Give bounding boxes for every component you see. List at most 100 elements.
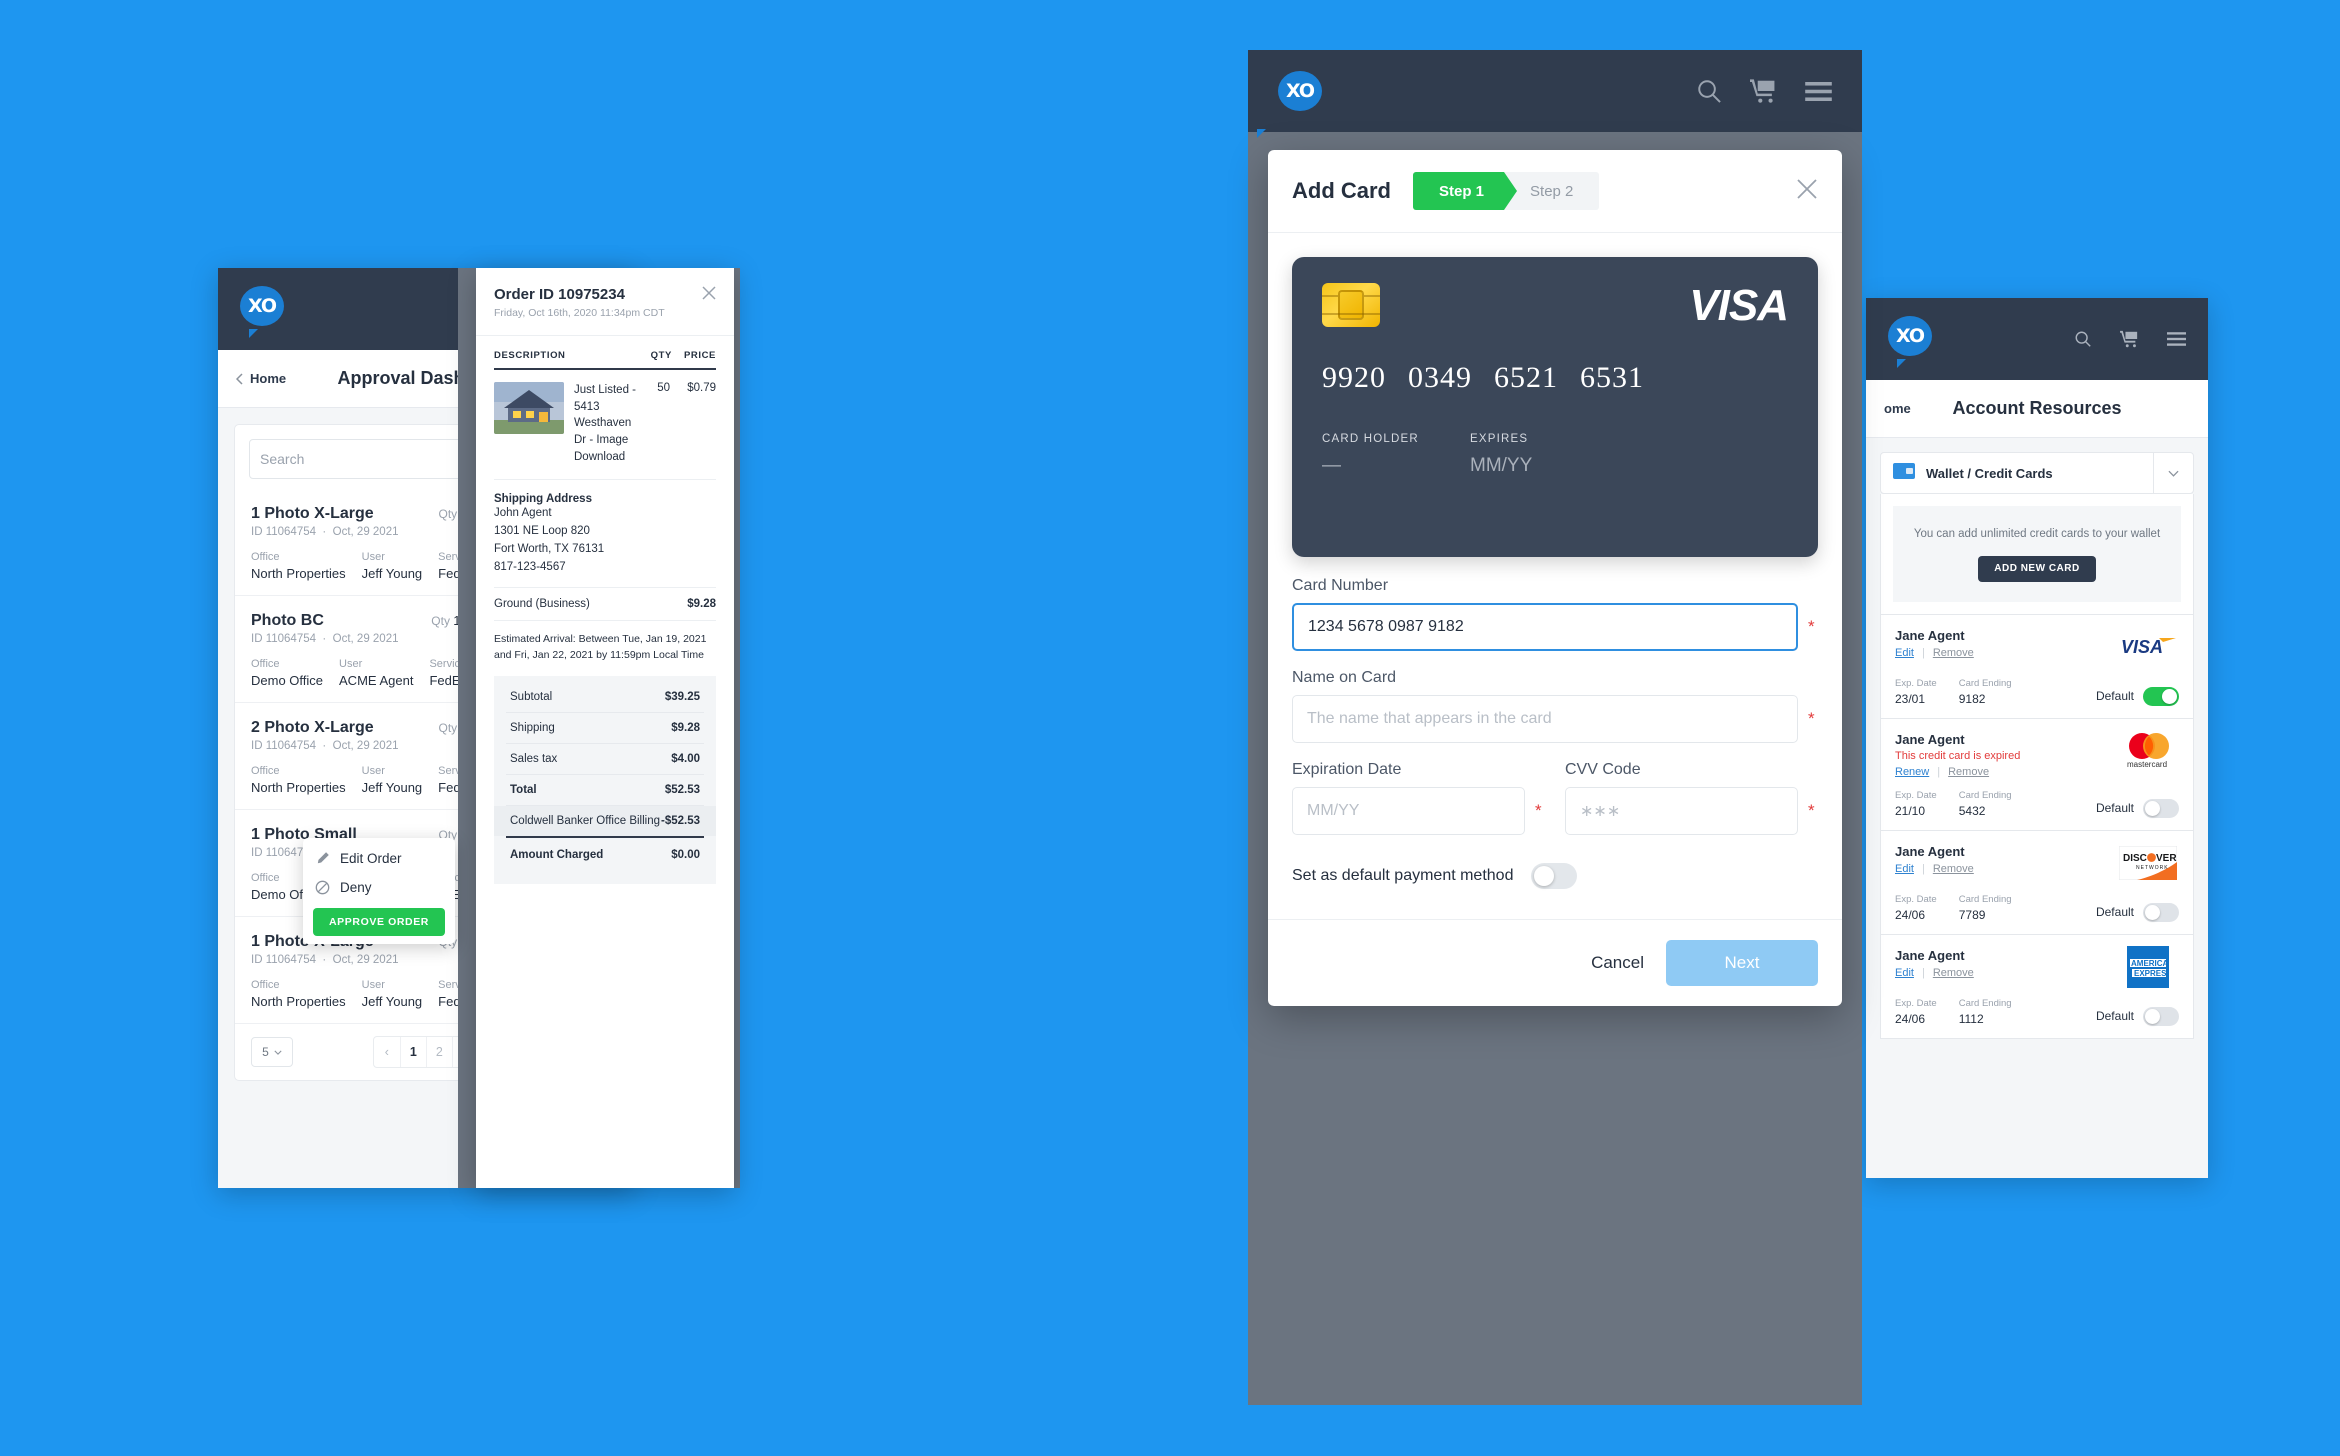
default-toggle[interactable] xyxy=(2143,1006,2179,1026)
default-toggle[interactable] xyxy=(2143,902,2179,922)
navbar-icons xyxy=(2074,330,2186,348)
cancel-button[interactable]: Cancel xyxy=(1591,953,1644,973)
estimated-arrival: Estimated Arrival: Between Tue, Jan 19, … xyxy=(494,632,707,662)
card-ending-value: 9182 xyxy=(1958,691,1986,706)
card-renew-link[interactable]: Renew xyxy=(1895,766,1929,778)
search-placeholder: Search xyxy=(260,451,305,467)
navbar-icons xyxy=(1696,78,1832,104)
list-item: Jane Agent Edit | Remove AMERICAN xyxy=(1880,934,2194,1039)
menu-item-deny[interactable]: Deny xyxy=(303,873,455,902)
prev-page-button[interactable]: ‹ xyxy=(374,1037,400,1067)
account-resources-phone: XO ome Account Resources Wallet / Credit… xyxy=(1866,298,2208,1178)
set-default-toggle[interactable] xyxy=(1531,863,1578,889)
card-number-input[interactable]: 1234 5678 0987 9182 xyxy=(1292,603,1798,651)
required-asterisk: * xyxy=(1808,709,1815,728)
add-card-header: Add Card Step 1 Step 2 xyxy=(1268,150,1842,233)
default-toggle[interactable] xyxy=(2143,798,2179,818)
name-on-card-input[interactable]: The name that appears in the card xyxy=(1292,695,1798,743)
close-icon[interactable] xyxy=(1796,178,1818,205)
add-card-modal: Add Card Step 1 Step 2 VISA 9920 0349 65… xyxy=(1268,150,1842,1006)
chevron-down-icon[interactable] xyxy=(2153,453,2193,493)
menu-item-edit-order[interactable]: Edit Order xyxy=(303,844,455,873)
wallet-accordion-header[interactable]: Wallet / Credit Cards xyxy=(1880,452,2194,494)
page-2-button[interactable]: 2 xyxy=(425,1037,452,1067)
order-name: 1 Photo X-Large xyxy=(251,505,374,522)
add-new-card-button[interactable]: ADD NEW CARD xyxy=(1978,555,2096,582)
exp-date-value: 24/06 xyxy=(1895,907,1926,922)
office-col: Office North Properties xyxy=(251,765,346,795)
cart-icon[interactable] xyxy=(1750,78,1777,104)
list-item: Jane Agent This credit card is expired R… xyxy=(1880,718,2194,831)
page-title: Account Resources xyxy=(1952,398,2122,418)
card-ending-label: Card Ending xyxy=(1958,893,2012,905)
user-value: Jeff Young xyxy=(361,780,423,795)
order-date: Oct, 29 2021 xyxy=(332,954,399,966)
shipping-address-line: 817-123-4567 xyxy=(494,560,566,573)
card-actions: Edit | Remove xyxy=(1895,647,1974,659)
card-holder-name: Jane Agent xyxy=(1895,947,1965,963)
search-icon[interactable] xyxy=(2074,330,2092,348)
shipping-address-line: 1301 NE Loop 820 xyxy=(494,525,590,538)
default-toggle-group: Default xyxy=(2096,798,2179,818)
cvv-code-label: CVV Code xyxy=(1565,761,1641,778)
order-date: Oct, 29 2021 xyxy=(332,526,399,538)
card-number-group: 6531 xyxy=(1580,361,1644,394)
card-number-group: 9920 xyxy=(1322,361,1386,394)
back-home-link[interactable]: Home xyxy=(236,371,286,386)
page-size-dropdown[interactable]: 5 xyxy=(251,1037,293,1067)
totals-row: Amount Charged $0.00 xyxy=(506,836,704,870)
separator: | xyxy=(1921,862,1925,875)
back-home-link[interactable]: ome xyxy=(1884,401,1911,416)
close-icon[interactable] xyxy=(702,286,716,319)
search-icon[interactable] xyxy=(1696,78,1722,104)
xo-logo-tail xyxy=(1897,359,1906,368)
default-toggle[interactable] xyxy=(2143,686,2179,706)
totals-row: Subtotal $39.25 xyxy=(506,682,704,714)
separator: | xyxy=(1921,646,1925,659)
xo-logo[interactable]: XO xyxy=(240,286,286,338)
office-label: Office xyxy=(251,551,280,563)
card-remove-link[interactable]: Remove xyxy=(1933,647,1974,659)
user-value: Jeff Young xyxy=(361,566,423,581)
hamburger-icon[interactable] xyxy=(2167,332,2186,346)
user-col: User ACME Agent xyxy=(339,658,413,688)
page-1-button[interactable]: 1 xyxy=(399,1037,426,1067)
office-col: Office Demo Office xyxy=(251,658,323,688)
xo-logo[interactable]: XO xyxy=(1888,316,1934,368)
navbar: XO xyxy=(1248,50,1862,138)
card-edit-link[interactable]: Edit xyxy=(1895,647,1914,659)
svg-text:AMERICAN: AMERICAN xyxy=(2131,959,2169,968)
card-remove-link[interactable]: Remove xyxy=(1933,863,1974,875)
order-date: Oct, 29 2021 xyxy=(332,740,399,752)
card-remove-link[interactable]: Remove xyxy=(1933,967,1974,979)
default-label: Default xyxy=(2095,689,2134,704)
office-value: Demo Office xyxy=(251,673,324,688)
wallet-icon xyxy=(1893,462,1915,484)
xo-logo-text: XO xyxy=(240,286,284,326)
totals-value: $52.53 xyxy=(664,784,700,797)
exp-date-label: Exp. Date xyxy=(1895,893,1937,905)
hamburger-icon[interactable] xyxy=(1805,81,1832,101)
card-remove-link[interactable]: Remove xyxy=(1948,766,1989,778)
tab-step-1[interactable]: Step 1 xyxy=(1413,172,1518,210)
xo-logo[interactable]: XO xyxy=(1257,71,1322,138)
svg-text:mastercard: mastercard xyxy=(2127,760,2167,769)
user-label: User xyxy=(361,551,385,563)
line-items-header: DESCRIPTION QTY PRICE xyxy=(494,350,716,370)
totals-row: Sales tax $4.00 xyxy=(506,744,704,776)
expiration-date-input[interactable]: MM/YY xyxy=(1292,787,1525,835)
order-name: 2 Photo X-Large xyxy=(251,719,374,736)
cvv-code-input[interactable]: ∗∗∗ xyxy=(1565,787,1798,835)
tab-step-2[interactable]: Step 2 xyxy=(1504,172,1599,210)
card-edit-link[interactable]: Edit xyxy=(1895,863,1914,875)
shipping-method-row: Ground (Business) $9.28 xyxy=(494,586,716,621)
approve-order-button[interactable]: APPROVE ORDER xyxy=(313,908,445,936)
card-ending-field: Card Ending 9182 xyxy=(1959,678,2012,706)
cart-icon[interactable] xyxy=(2120,330,2139,348)
order-date: Oct, 29 2021 xyxy=(332,633,399,645)
card-ending-label: Card Ending xyxy=(1958,789,2012,801)
required-asterisk: * xyxy=(1808,617,1815,636)
next-button[interactable]: Next xyxy=(1666,940,1818,986)
totals-label: Subtotal xyxy=(510,691,553,704)
card-edit-link[interactable]: Edit xyxy=(1895,967,1914,979)
